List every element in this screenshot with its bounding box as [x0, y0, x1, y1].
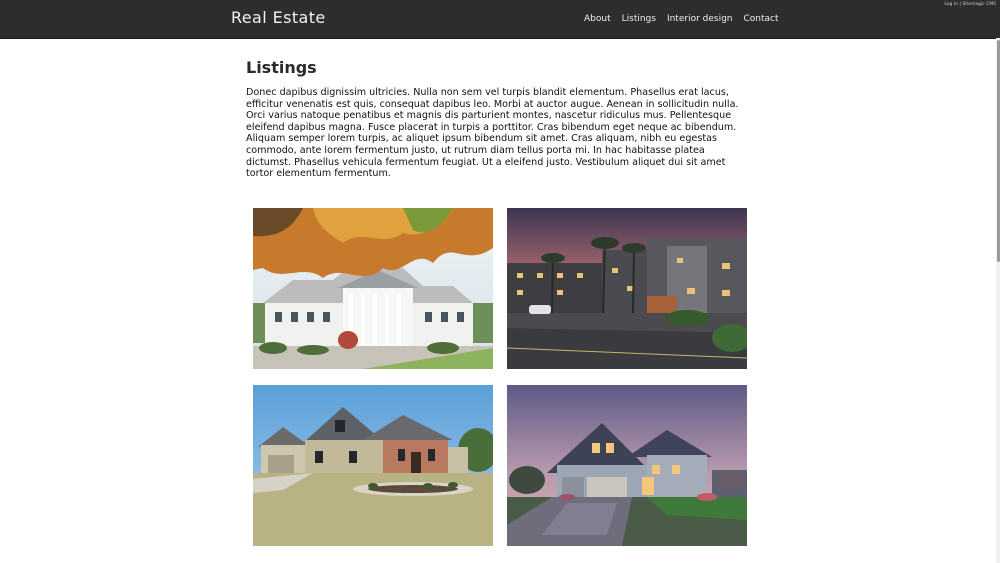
login-bar: Log in | Sitemagic CMS	[944, 2, 996, 7]
login-separator: |	[959, 2, 961, 7]
listing-photo-colonial-house[interactable]	[253, 208, 493, 369]
listing-photo-craftsman-house[interactable]	[507, 385, 747, 546]
listing-photo-townhouses[interactable]	[507, 208, 747, 369]
nav-link-about[interactable]: About	[584, 14, 611, 24]
top-navigation-bar: Real Estate About Listings Interior desi…	[0, 0, 1000, 39]
nav-link-listings[interactable]: Listings	[622, 14, 656, 24]
intro-paragraph: Donec dapibus dignissim ultricies. Nulla…	[246, 87, 739, 180]
login-link[interactable]: Log in	[944, 2, 958, 7]
nav-link-contact[interactable]: Contact	[744, 14, 779, 24]
main-content: Listings Donec dapibus dignissim ultrici…	[246, 58, 746, 180]
site-brand[interactable]: Real Estate	[231, 8, 326, 27]
listing-photo-grid	[253, 208, 747, 546]
page-title: Listings	[246, 58, 317, 77]
cms-link[interactable]: Sitemagic CMS	[962, 2, 996, 7]
listing-photo-suburban-house[interactable]	[253, 385, 493, 546]
nav-link-interior-design[interactable]: Interior design	[667, 14, 733, 24]
main-nav: About Listings Interior design Contact	[584, 14, 790, 24]
